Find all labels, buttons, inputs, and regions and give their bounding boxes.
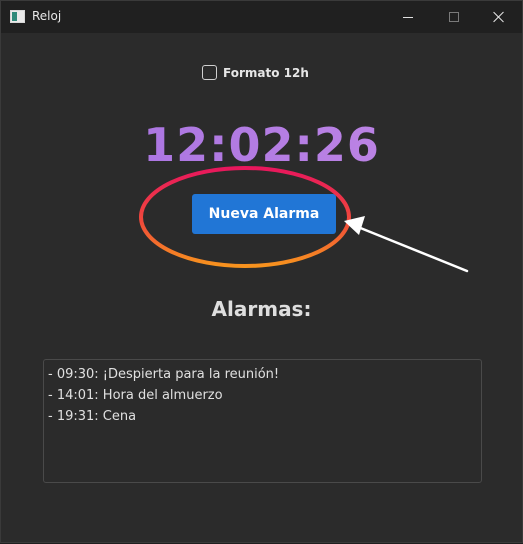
close-button[interactable] [476,1,522,33]
close-icon [493,11,505,23]
title-bar[interactable]: Reloj [1,1,522,33]
maximize-button[interactable] [431,1,477,33]
list-item[interactable]: - 19:31: Cena [48,406,477,427]
format-12h-checkbox[interactable] [202,65,217,80]
clock-display: 12:02:26 [1,118,522,172]
list-item[interactable]: - 14:01: Hora del almuerzo [48,385,477,406]
minimize-icon [403,16,413,18]
format-12h-row[interactable]: Formato 12h [202,65,309,80]
alarms-list[interactable]: - 09:30: ¡Despierta para la reunión! - 1… [43,359,482,483]
minimize-button[interactable] [385,1,431,33]
window-title: Reloj [32,9,62,23]
app-window: Reloj Formato 12h 12:02:26 Nueva Alarma [0,0,523,543]
new-alarm-button[interactable]: Nueva Alarma [192,194,336,234]
maximize-icon [449,12,459,22]
pointer-arrow-icon [344,216,469,273]
format-12h-label[interactable]: Formato 12h [223,66,309,80]
alarms-heading: Alarmas: [211,297,312,321]
clock-app-icon [10,10,25,23]
list-item[interactable]: - 09:30: ¡Despierta para la reunión! [48,364,477,385]
